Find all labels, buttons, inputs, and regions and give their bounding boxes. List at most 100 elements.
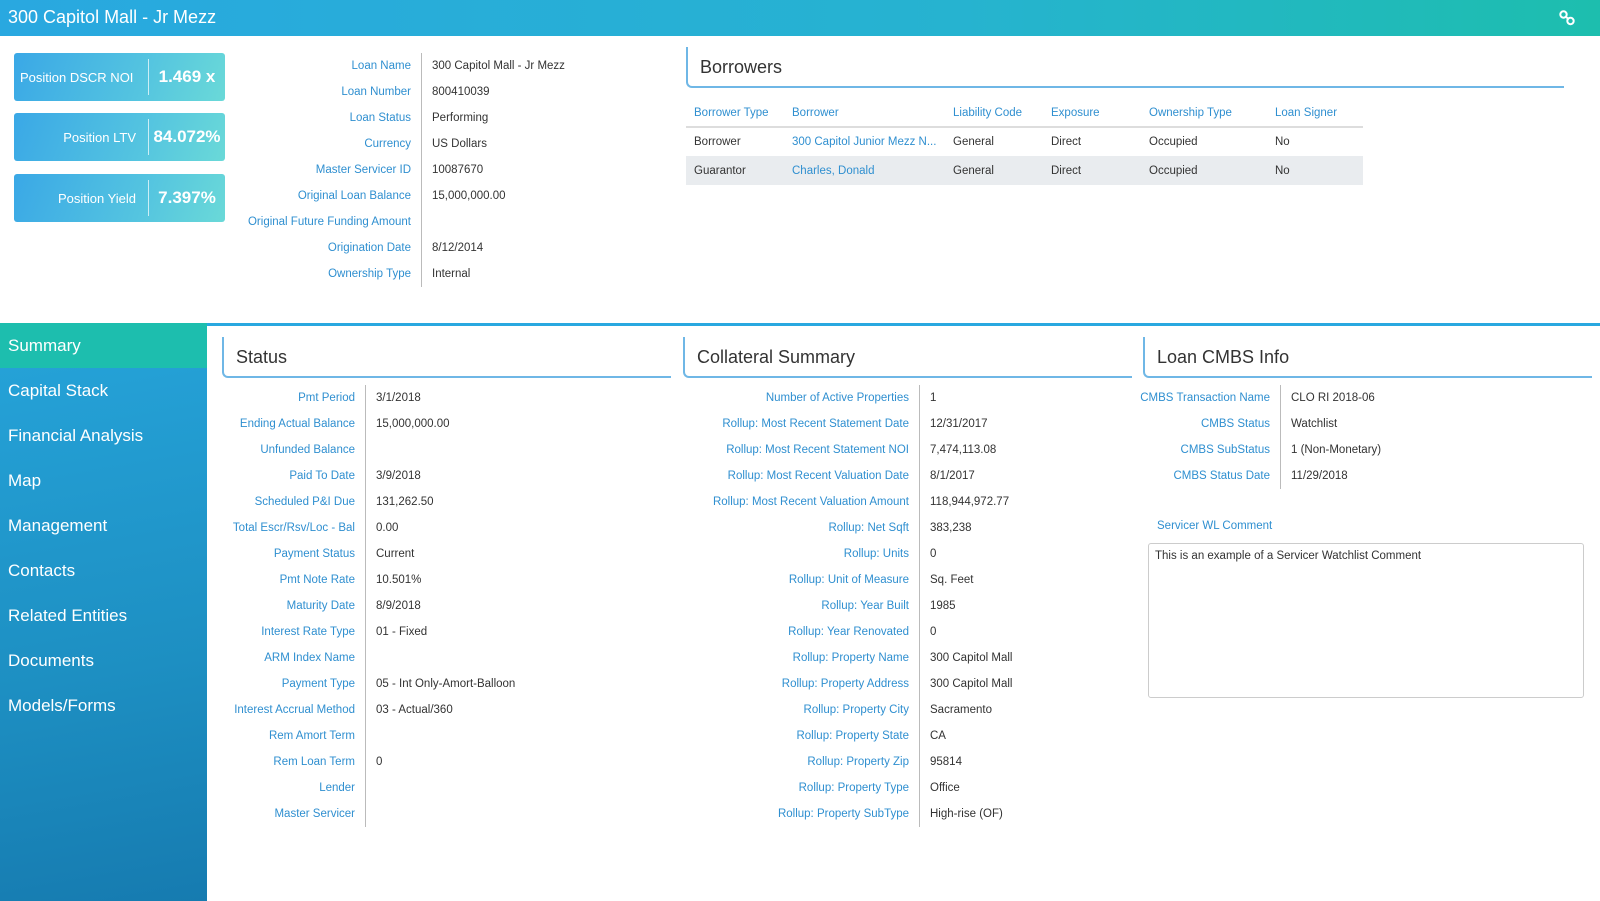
field-value: 300 Capitol Mall — [919, 671, 1119, 697]
field-row: Scheduled P&I Due 131,262.50 — [222, 489, 645, 515]
field-value: 0 — [919, 541, 1119, 567]
field-label: Pmt Note Rate — [279, 574, 355, 586]
field-label: Pmt Period — [298, 392, 355, 404]
loan-details: Loan Name 300 Capitol Mall - Jr Mezz Loan… — [240, 53, 641, 287]
field-value: 8/1/2017 — [919, 463, 1119, 489]
field-value: 7,474,113.08 — [919, 437, 1119, 463]
sidebar-item-financial-analysis[interactable]: Financial Analysis — [0, 413, 207, 458]
field-label: Ending Actual Balance — [239, 418, 355, 430]
field-label: CMBS Status Date — [1173, 470, 1270, 482]
field-row: Rollup: Most Recent Valuation Date 8/1/20… — [683, 463, 1119, 489]
table-row[interactable]: Guarantor Charles, Donald General Direct… — [686, 156, 1363, 185]
sidebar-item-capital-stack[interactable]: Capital Stack — [0, 368, 207, 413]
field-row: Rollup: Year Renovated 0 — [683, 619, 1119, 645]
collateral-fields: Number of Active Properties 1 Rollup: Mos… — [683, 385, 1119, 827]
column-header[interactable]: Borrower — [784, 100, 945, 128]
cell-borrower-link[interactable]: 300 Capitol Junior Mezz N... — [784, 127, 945, 156]
cell-ownership-type: Occupied — [1149, 136, 1198, 148]
column-header[interactable]: Borrower Type — [686, 100, 784, 128]
field-value: 131,262.50 — [365, 489, 645, 515]
field-label: Scheduled P&I Due — [254, 496, 355, 508]
field-label: Rollup: Property SubType — [777, 808, 909, 820]
field-label: Original Loan Balance — [297, 190, 411, 202]
column-header[interactable]: Loan Signer — [1267, 100, 1363, 128]
field-value: 800410039 — [421, 79, 641, 105]
field-value: 10.501% — [365, 567, 645, 593]
field-row: Rollup: Property City Sacramento — [683, 697, 1119, 723]
field-label: Master Servicer — [274, 808, 355, 820]
field-value: 118,944,972.77 — [919, 489, 1119, 515]
cell-loan-signer: No — [1275, 136, 1290, 148]
sidebar-item-contacts[interactable]: Contacts — [0, 548, 207, 593]
field-row: Loan Status Performing — [240, 105, 641, 131]
field-row: CMBS Transaction Name CLO RI 2018-06 — [1137, 385, 1500, 411]
field-value: 11/29/2018 — [1280, 463, 1500, 489]
status-fields: Pmt Period 3/1/2018 Ending Actual Balance… — [222, 385, 645, 827]
sidebar-item-management[interactable]: Management — [0, 503, 207, 548]
cell-borrower-link[interactable]: Charles, Donald — [784, 156, 945, 185]
field-row: Ending Actual Balance 15,000,000.00 — [222, 411, 645, 437]
field-row: Rollup: Property Address 300 Capitol Mall — [683, 671, 1119, 697]
field-row: Payment Type 05 - Int Only-Amort-Balloon — [222, 671, 645, 697]
field-label: Rollup: Most Recent Statement NOI — [726, 444, 909, 456]
cell-exposure: Direct — [1043, 156, 1141, 185]
field-label: Rollup: Year Renovated — [788, 626, 909, 638]
field-value: 383,238 — [919, 515, 1119, 541]
field-label: Ownership Type — [328, 268, 411, 280]
field-value: 01 - Fixed — [365, 619, 645, 645]
field-label: Rollup: Property State — [796, 730, 909, 742]
kpi-value: 7.397% — [158, 188, 216, 207]
sidebar-nav: Summary Capital Stack Financial Analysis… — [0, 323, 207, 901]
column-header[interactable]: Ownership Type — [1141, 100, 1267, 128]
field-value: 15,000,000.00 — [365, 411, 645, 437]
field-value: 300 Capitol Mall - Jr Mezz — [421, 53, 641, 79]
field-row: Currency US Dollars — [240, 131, 641, 157]
section-title: Borrowers — [700, 57, 783, 77]
field-value: 0.00 — [365, 515, 645, 541]
field-row: Rollup: Property Name 300 Capitol Mall — [683, 645, 1119, 671]
field-row: Paid To Date 3/9/2018 — [222, 463, 645, 489]
column-header[interactable]: Exposure — [1043, 100, 1141, 128]
table-row[interactable]: Borrower 300 Capitol Junior Mezz N... Ge… — [686, 127, 1363, 156]
servicer-wl-comment-textarea[interactable]: This is an example of a Servicer Watchli… — [1148, 543, 1584, 698]
collateral-section-header: Collateral Summary — [683, 337, 1132, 378]
field-label: Rollup: Net Sqft — [828, 522, 909, 534]
field-value — [365, 645, 645, 671]
field-row: Loan Number 800410039 — [240, 79, 641, 105]
cell-liability-code: General — [945, 156, 1043, 185]
field-value: 8/12/2014 — [421, 235, 641, 261]
field-row: Rollup: Most Recent Statement Date 12/31/… — [683, 411, 1119, 437]
borrowers-section-header: Borrowers — [686, 47, 1564, 88]
sidebar-item-documents[interactable]: Documents — [0, 638, 207, 683]
sidebar-item-models-forms[interactable]: Models/Forms — [0, 683, 207, 728]
field-value: Internal — [421, 261, 641, 287]
field-label: Rollup: Property Name — [792, 652, 909, 664]
sidebar-item-related-entities[interactable]: Related Entities — [0, 593, 207, 638]
title-bar: 300 Capitol Mall - Jr Mezz — [0, 0, 1600, 36]
field-label: Master Servicer ID — [315, 164, 411, 176]
field-row: CMBS Status Date 11/29/2018 — [1137, 463, 1500, 489]
section-title: Status — [236, 347, 288, 367]
field-label: Payment Type — [281, 678, 355, 690]
field-value: 95814 — [919, 749, 1119, 775]
cell-liability-code: General — [953, 136, 994, 148]
field-value: High-rise (OF) — [919, 801, 1119, 827]
borrowers-table: Borrower Type Borrower Liability Code Ex… — [686, 100, 1363, 185]
field-row: Rem Loan Term 0 — [222, 749, 645, 775]
field-label: Interest Accrual Method — [234, 704, 355, 716]
field-value: Sq. Feet — [919, 567, 1119, 593]
column-header[interactable]: Liability Code — [945, 100, 1043, 128]
field-value: Watchlist — [1280, 411, 1500, 437]
sidebar-item-summary[interactable]: Summary — [0, 323, 207, 368]
link-icon[interactable] — [1558, 9, 1576, 27]
field-label: Rollup: Most Recent Valuation Date — [727, 470, 909, 482]
sidebar-item-map[interactable]: Map — [0, 458, 207, 503]
field-row: Rollup: Property Type Office — [683, 775, 1119, 801]
field-row: Number of Active Properties 1 — [683, 385, 1119, 411]
field-value — [365, 775, 645, 801]
field-row: Rollup: Property SubType High-rise (OF) — [683, 801, 1119, 827]
field-value: Performing — [421, 105, 641, 131]
field-row: Rollup: Most Recent Statement NOI 7,474,1… — [683, 437, 1119, 463]
field-row: ARM Index Name — [222, 645, 645, 671]
field-label: Payment Status — [273, 548, 355, 560]
